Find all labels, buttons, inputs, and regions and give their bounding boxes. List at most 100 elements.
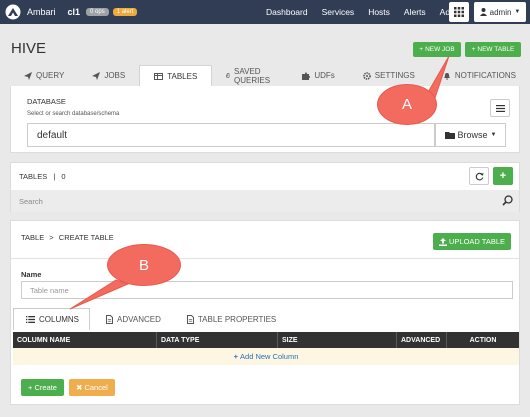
tab-advanced[interactable]: ADVANCED [94, 308, 171, 330]
upload-icon [439, 237, 447, 246]
add-table-button[interactable]: + [493, 167, 513, 185]
folder-icon [444, 132, 455, 139]
list-icon [26, 316, 35, 323]
tables-separator: | [53, 172, 56, 181]
create-table-header: TABLE > CREATE TABLE UPLOAD TABLE [11, 221, 519, 259]
nav-dashboard[interactable]: Dashboard [266, 7, 308, 17]
column-header-advanced: ADVANCED [397, 332, 447, 348]
user-name: admin [489, 7, 512, 17]
table-icon [154, 72, 164, 80]
database-select-input[interactable]: default [27, 123, 435, 147]
tab-saved-queries-label: SAVED QUERIES [234, 66, 271, 85]
nav-services[interactable]: Services [322, 7, 355, 17]
create-label: Create [34, 383, 57, 392]
create-table-panel: TABLE > CREATE TABLE UPLOAD TABLE Name T… [10, 220, 520, 405]
table-name-input[interactable]: Table name [21, 281, 513, 299]
tables-header: TABLES | 0 [11, 163, 519, 190]
search-icon [502, 195, 513, 206]
tab-udfs[interactable]: UDFs [288, 65, 348, 86]
cancel-label: Cancel [84, 383, 108, 392]
tab-table-properties[interactable]: TABLE PROPERTIES [175, 308, 286, 330]
breadcrumb: TABLE > CREATE TABLE [21, 233, 114, 242]
tables-count: 0 [61, 172, 66, 181]
bell-icon [443, 72, 450, 80]
cluster-name[interactable]: cl1 [68, 7, 81, 17]
ambari-logo-icon[interactable] [5, 4, 21, 20]
database-label: DATABASE [27, 97, 66, 106]
search-placeholder: Search [19, 196, 43, 206]
tab-advanced-label: ADVANCED [117, 314, 161, 324]
tab-jobs[interactable]: JOBS [78, 65, 139, 86]
tab-notifications[interactable]: NOTIFICATIONS [429, 65, 530, 86]
column-header-name: COLUMN NAME [13, 332, 157, 348]
refresh-tables-button[interactable] [469, 167, 489, 185]
tables-title: TABLES | 0 [19, 172, 66, 181]
database-hint: Select or search database/schema [27, 111, 120, 117]
new-job-button[interactable]: + NEW JOB [413, 42, 461, 57]
plus-icon: + [233, 352, 239, 361]
table-name-label: Name [21, 270, 42, 279]
browse-button[interactable]: Browse ▼ [435, 123, 506, 147]
tab-columns[interactable]: COLUMNS [13, 308, 91, 330]
tab-saved-queries[interactable]: SAVED QUERIES [212, 65, 288, 86]
caret-down-icon: ▼ [490, 132, 497, 138]
plus-icon: + [471, 46, 476, 53]
nav-alerts[interactable]: Alerts [404, 7, 426, 17]
hamburger-icon [495, 104, 505, 112]
browse-label: Browse [457, 130, 488, 140]
brand-name[interactable]: Ambari [27, 7, 56, 17]
database-menu-button[interactable] [490, 99, 510, 117]
tab-settings[interactable]: SETTINGS [349, 65, 429, 86]
breadcrumb-root[interactable]: TABLE [21, 233, 44, 242]
file-icon [106, 314, 114, 324]
page-title: HIVE [11, 40, 47, 57]
create-table-tabs: COLUMNS ADVANCED TABLE PROPERTIES [13, 308, 290, 330]
nav-hosts[interactable]: Hosts [368, 7, 390, 17]
main-tabs: QUERY JOBS TABLES SAVED QUERIES UDFs SET… [10, 65, 530, 86]
views-grid-button[interactable] [449, 2, 469, 22]
columns-table-header: COLUMN NAME DATA TYPE SIZE ADVANCED ACTI… [13, 332, 519, 348]
breadcrumb-current: CREATE TABLE [58, 233, 114, 242]
plus-icon: + [419, 46, 424, 53]
column-header-data-type: DATA TYPE [157, 332, 278, 348]
tab-query-label: QUERY [36, 71, 65, 80]
puzzle-icon [302, 71, 311, 80]
tab-table-properties-label: TABLE PROPERTIES [197, 314, 277, 324]
callout-b: B [107, 244, 181, 286]
top-navbar: Ambari cl1 0 ops 1 alert Dashboard Servi… [0, 0, 530, 24]
paper-plane-icon [92, 71, 101, 80]
tables-search-input[interactable]: Search [11, 190, 519, 212]
new-table-label: NEW TABLE [477, 46, 515, 53]
tab-jobs-label: JOBS [104, 71, 126, 80]
plus-icon: + [499, 169, 507, 182]
plus-icon: + [28, 383, 33, 392]
refresh-icon [475, 172, 483, 180]
user-menu-button[interactable]: admin ▼ [474, 2, 526, 22]
database-panel: DATABASE Select or search database/schem… [10, 86, 520, 153]
breadcrumb-separator: > [49, 233, 54, 242]
new-job-label: NEW JOB [425, 46, 455, 53]
column-header-size: SIZE [278, 332, 397, 348]
cancel-button[interactable]: ✖ Cancel [69, 379, 115, 396]
create-button[interactable]: + Create [21, 379, 64, 396]
file-icon [186, 314, 194, 324]
paperclip-icon [226, 73, 230, 78]
ops-badge[interactable]: 0 ops [86, 8, 109, 16]
tab-tables-label: TABLES [167, 71, 198, 81]
alert-badge[interactable]: 1 alert [112, 8, 138, 16]
tab-settings-label: SETTINGS [374, 71, 415, 80]
chevron-down-icon: ▼ [514, 9, 521, 15]
add-new-column-link[interactable]: + Add New Column [13, 348, 519, 365]
tab-udfs-label: UDFs [314, 71, 335, 80]
add-new-column-label: Add New Column [240, 352, 299, 361]
tables-panel: TABLES | 0 + Search [10, 162, 520, 212]
tab-tables[interactable]: TABLES [139, 65, 213, 86]
new-table-button[interactable]: + NEW TABLE [465, 42, 521, 57]
user-icon [479, 8, 487, 16]
close-icon: ✖ [76, 383, 83, 392]
upload-table-button[interactable]: UPLOAD TABLE [433, 233, 511, 250]
tab-query[interactable]: QUERY [10, 65, 78, 86]
paper-plane-icon [24, 71, 32, 80]
tab-columns-label: COLUMNS [39, 315, 80, 324]
tables-label: TABLES [19, 172, 48, 181]
